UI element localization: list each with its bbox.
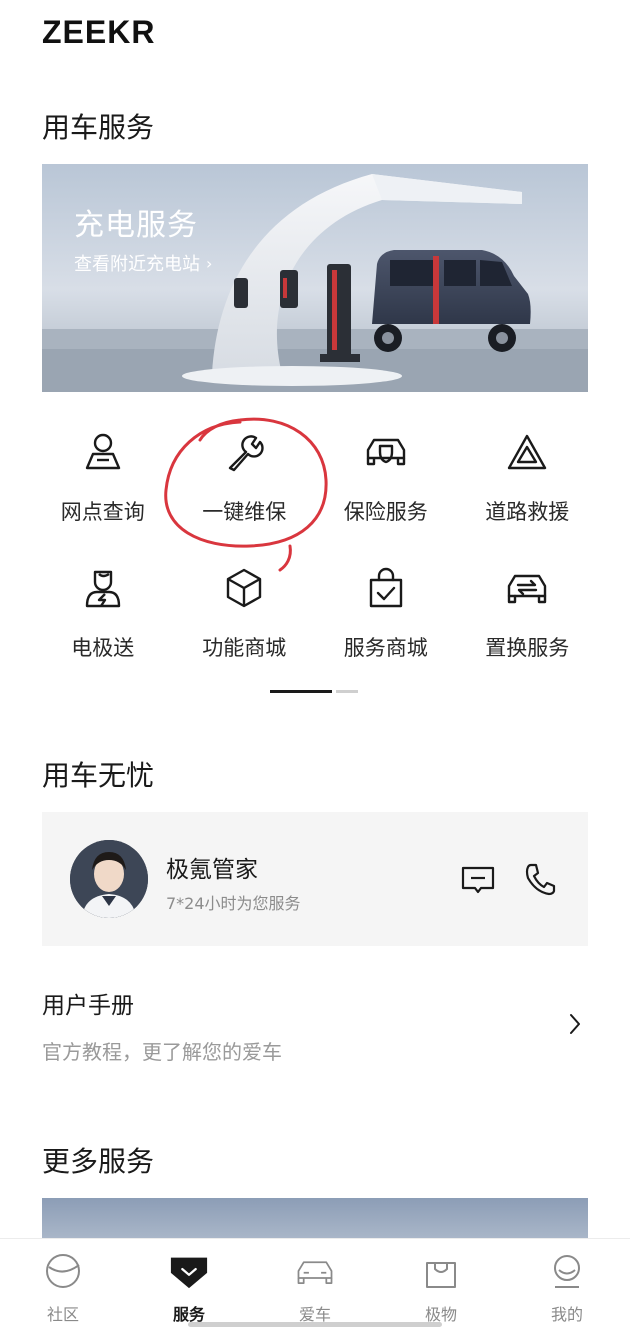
charging-station-illustration <box>42 174 588 392</box>
service-label: 服务商城 <box>343 636 428 660</box>
manual-title: 用户手册 <box>42 993 134 1019</box>
service-delivery[interactable]: 电极送 <box>32 556 174 664</box>
service-label: 置换服务 <box>485 636 570 660</box>
shopping-bag-check-icon <box>362 564 410 612</box>
chevron-right-icon <box>568 1012 582 1040</box>
service-label: 电极送 <box>71 636 135 660</box>
service-label: 道路救援 <box>485 500 570 524</box>
car-icon <box>295 1251 335 1291</box>
message-icon[interactable] <box>460 864 496 900</box>
user-manual-entry[interactable]: 用户手册 官方教程，更了解您的爱车 <box>42 982 588 1072</box>
more-services-card[interactable] <box>42 1198 588 1238</box>
delivery-person-icon <box>79 564 127 612</box>
service-badge-icon <box>169 1251 209 1291</box>
person-location-icon <box>79 428 127 476</box>
chevron-right-icon: › <box>206 253 213 273</box>
warning-triangle-icon <box>503 428 551 476</box>
brand-logo: ZEEKR <box>42 14 156 50</box>
tab-label: 社区 <box>46 1305 79 1324</box>
tab-mall[interactable]: 极物 <box>378 1239 504 1330</box>
butler-card[interactable]: 极氪管家 7*24小时为您服务 <box>42 812 588 946</box>
grid-pager <box>270 690 358 693</box>
banner-title: 充电服务 <box>74 208 198 243</box>
tab-service[interactable]: 服务 <box>126 1239 252 1330</box>
charging-service-banner[interactable]: 充电服务 查看附近充电站 › <box>42 164 588 392</box>
phone-icon[interactable] <box>524 862 556 900</box>
bag-icon <box>421 1251 461 1291</box>
service-label: 一键维保 <box>202 500 287 524</box>
tab-label: 我的 <box>550 1305 583 1324</box>
service-outlet-search[interactable]: 网点查询 <box>32 420 174 528</box>
service-trade-in[interactable]: 置换服务 <box>457 556 599 664</box>
service-insurance[interactable]: 保险服务 <box>315 420 457 528</box>
car-shield-icon <box>362 428 410 476</box>
section-title-worry-free: 用车无忧 <box>42 759 155 792</box>
service-label: 保险服务 <box>343 500 428 524</box>
service-label: 网点查询 <box>60 500 145 524</box>
pager-dot-active <box>270 690 332 693</box>
service-store[interactable]: 服务商城 <box>315 556 457 664</box>
banner-subtitle: 查看附近充电站 <box>74 254 200 275</box>
profile-icon <box>547 1251 587 1291</box>
service-grid: 网点查询 一键维保 保险服务 道路救援 电极送 功能商城 服务商城 置换服务 <box>32 420 598 664</box>
manual-subtitle: 官方教程，更了解您的爱车 <box>42 1040 282 1064</box>
service-maintenance[interactable]: 一键维保 <box>174 420 316 528</box>
butler-subtitle: 7*24小时为您服务 <box>166 894 301 913</box>
butler-name: 极氪管家 <box>166 857 258 883</box>
section-title-more-services: 更多服务 <box>42 1145 155 1178</box>
service-label: 功能商城 <box>202 636 287 660</box>
section-title-car-service: 用车服务 <box>42 111 155 144</box>
pager-dot <box>336 690 358 693</box>
service-feature-store[interactable]: 功能商城 <box>174 556 316 664</box>
home-indicator <box>188 1322 442 1327</box>
wrench-icon <box>220 428 268 476</box>
car-swap-icon <box>503 564 551 612</box>
cube-icon <box>220 564 268 612</box>
tab-profile[interactable]: 我的 <box>504 1239 630 1330</box>
planet-icon <box>43 1251 83 1291</box>
banner-link[interactable]: 查看附近充电站 › <box>74 250 212 276</box>
service-roadside-assistance[interactable]: 道路救援 <box>457 420 599 528</box>
avatar <box>70 840 148 918</box>
tab-my-car[interactable]: 爱车 <box>252 1239 378 1330</box>
tab-community[interactable]: 社区 <box>0 1239 126 1330</box>
bottom-tab-bar: 社区 服务 爱车 极物 我的 <box>0 1238 630 1330</box>
